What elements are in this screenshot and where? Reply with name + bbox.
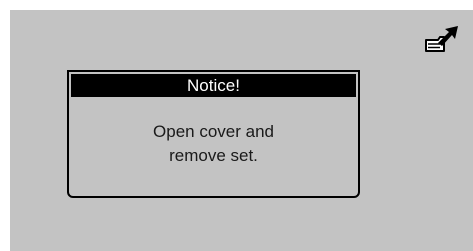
lcd-screen: Notice! Open cover and remove set. (10, 10, 473, 251)
dialog-message: Open cover and remove set. (69, 120, 358, 168)
dialog-title: Notice! (71, 74, 356, 97)
message-line-1: Open cover and (153, 122, 274, 141)
hand-pointing-up-icon (425, 26, 458, 52)
message-line-2: remove set. (169, 146, 258, 165)
notice-dialog: Notice! Open cover and remove set. (67, 70, 360, 198)
